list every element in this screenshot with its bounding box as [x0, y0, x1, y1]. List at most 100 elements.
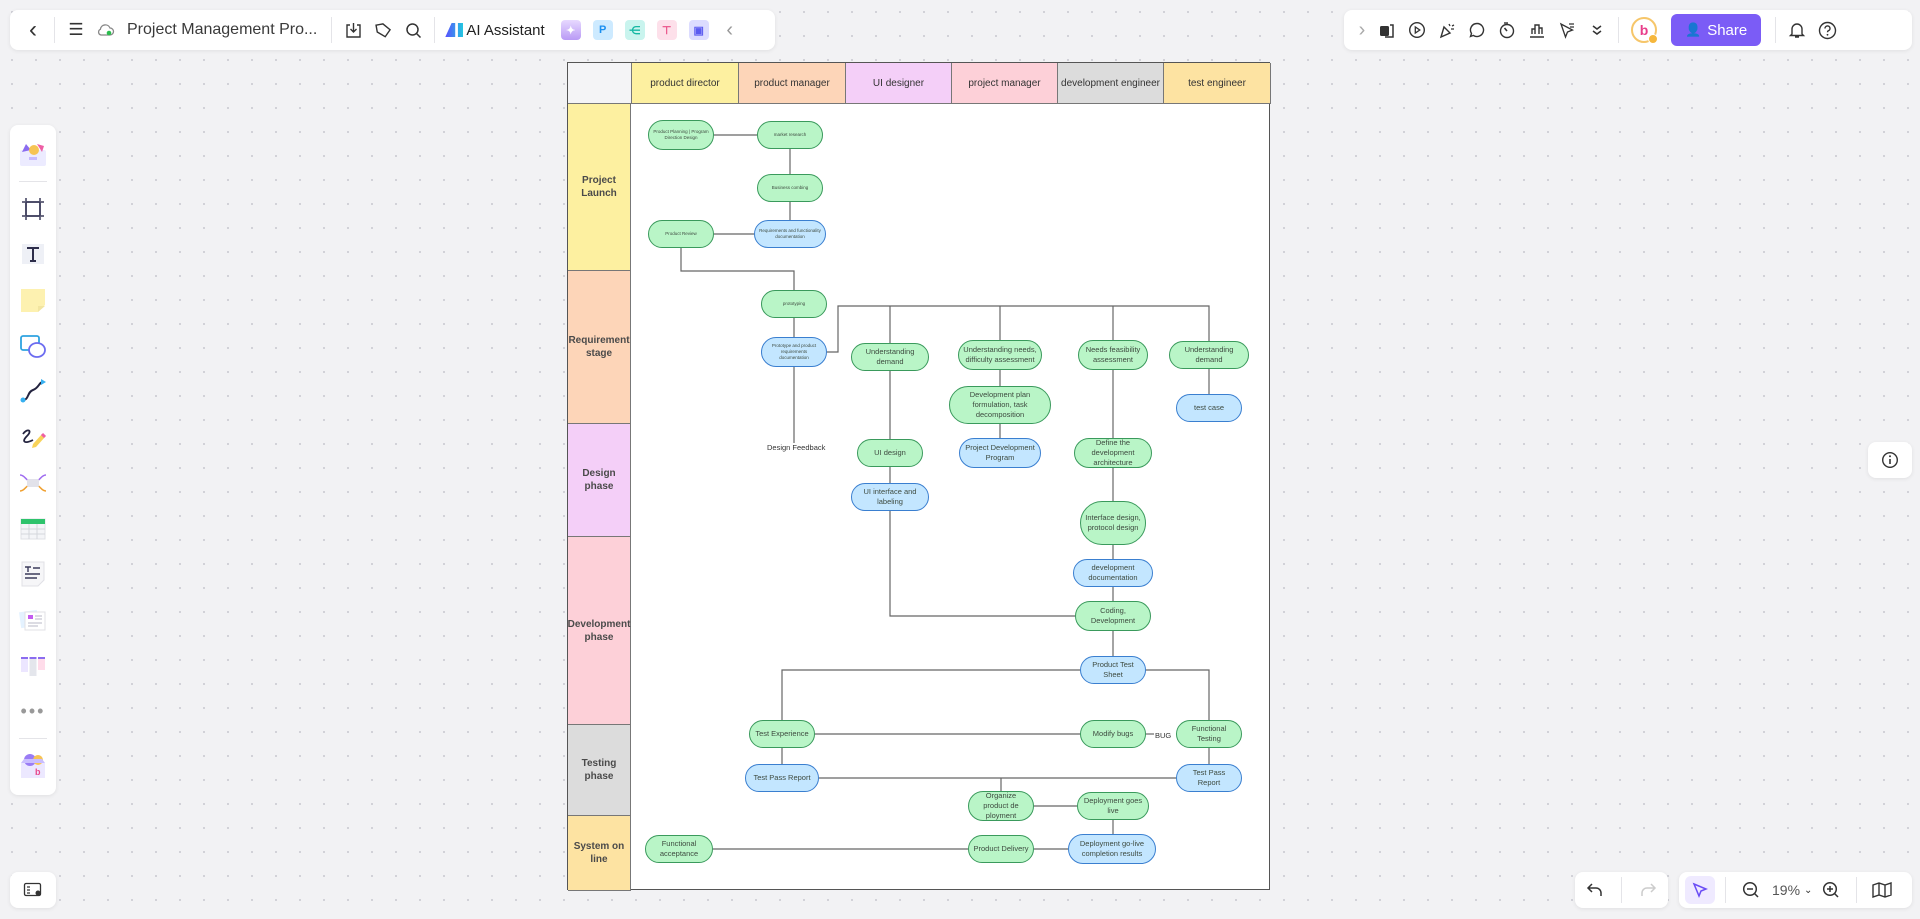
- zoom-controls: 19% ⌄: [1679, 872, 1912, 908]
- divider: [19, 738, 47, 740]
- flow-node[interactable]: Product Delivery: [968, 835, 1034, 863]
- vote-chart-icon[interactable]: [1522, 15, 1552, 45]
- more-tools-icon[interactable]: [1582, 15, 1612, 45]
- info-button[interactable]: [1868, 442, 1912, 478]
- column-header-product-manager[interactable]: product manager: [739, 63, 846, 104]
- flow-node[interactable]: Requirements and functionality documenta…: [754, 220, 826, 248]
- column-header-development-engineer[interactable]: development engineer: [1058, 63, 1164, 104]
- cards-tool-icon[interactable]: [15, 603, 51, 637]
- expand-toolbar-button[interactable]: ›: [1352, 15, 1372, 45]
- image-generator-icon[interactable]: ✦: [560, 20, 581, 40]
- user-avatar[interactable]: b: [1631, 17, 1658, 44]
- row-header-requirement-stage[interactable]: Requirement stage: [568, 271, 631, 424]
- swimlane-diagram[interactable]: product director product manager UI design…: [567, 62, 1271, 891]
- flow-node[interactable]: Business combing: [757, 174, 823, 202]
- celebrate-icon[interactable]: [1432, 15, 1462, 45]
- back-button[interactable]: ‹: [18, 15, 48, 45]
- present-icon[interactable]: [1402, 15, 1432, 45]
- column-header-product-director[interactable]: product director: [632, 63, 739, 104]
- flow-node[interactable]: Understanding needs, difficulty assessme…: [958, 340, 1042, 370]
- chat-app-icon[interactable]: ▣: [688, 20, 709, 40]
- flow-node[interactable]: Development plan formulation, task decom…: [949, 386, 1051, 424]
- mindmap-app-icon[interactable]: ⋲: [624, 20, 645, 40]
- flowchart-app-icon[interactable]: ⊤: [656, 20, 677, 40]
- tool-sidebar: ••• b: [10, 125, 56, 795]
- plugin-box-icon[interactable]: b: [15, 749, 51, 783]
- table-tool-icon[interactable]: [15, 512, 51, 546]
- flow-node[interactable]: Modify bugs: [1080, 720, 1146, 748]
- zoom-level[interactable]: 19%: [1772, 882, 1800, 898]
- flow-node[interactable]: Understanding demand: [851, 343, 929, 371]
- document-title[interactable]: Project Management Pro...: [127, 21, 317, 39]
- collapse-toolbar-button[interactable]: ‹: [715, 15, 745, 45]
- column-header-test-engineer[interactable]: test engineer: [1164, 63, 1271, 104]
- flow-node[interactable]: Deployment go-live completion results: [1068, 834, 1156, 864]
- flow-node[interactable]: Test Pass Report: [1176, 764, 1242, 792]
- share-button[interactable]: 👤 Share: [1671, 14, 1762, 46]
- undo-icon[interactable]: [1580, 875, 1610, 905]
- text-tool-icon[interactable]: [15, 237, 51, 271]
- flow-node[interactable]: Project Development Program: [959, 438, 1041, 468]
- flow-node[interactable]: Product Test Sheet: [1080, 656, 1146, 684]
- flow-node[interactable]: Functional Testing: [1176, 720, 1242, 748]
- select-tool-button[interactable]: [1685, 876, 1715, 904]
- presentation-app-icon[interactable]: P: [592, 20, 613, 40]
- frame-tool-icon[interactable]: [15, 192, 51, 226]
- flow-node[interactable]: market research: [757, 121, 823, 149]
- tag-icon[interactable]: [368, 15, 398, 45]
- help-icon[interactable]: [1812, 15, 1842, 45]
- flow-node[interactable]: Understanding demand: [1169, 341, 1249, 369]
- comment-icon[interactable]: [1462, 15, 1492, 45]
- flow-node[interactable]: Functional acceptance: [645, 835, 713, 863]
- column-header-ui-designer[interactable]: UI designer: [846, 63, 952, 104]
- flow-node[interactable]: development documentation: [1073, 559, 1153, 587]
- flow-node[interactable]: Needs feasibility assessment: [1078, 340, 1148, 370]
- document-tool-icon[interactable]: [15, 557, 51, 591]
- zoom-in-icon[interactable]: [1816, 875, 1846, 905]
- notification-bell-icon[interactable]: [1782, 15, 1812, 45]
- zoom-out-icon[interactable]: [1736, 875, 1766, 905]
- menu-icon[interactable]: ☰: [61, 15, 91, 45]
- flow-node[interactable]: Coding, Development: [1075, 601, 1151, 631]
- flow-node[interactable]: Test Pass Report: [745, 764, 819, 792]
- row-header-development-phase[interactable]: Development phase: [568, 537, 631, 725]
- flow-node[interactable]: Test Experience: [749, 720, 815, 748]
- mindmap-tool-icon[interactable]: [15, 466, 51, 500]
- flow-node[interactable]: Prototype and product requirements docum…: [761, 337, 827, 367]
- laser-pointer-icon[interactable]: [1552, 15, 1582, 45]
- download-icon[interactable]: [338, 15, 368, 45]
- flow-node[interactable]: Deployment goes live: [1077, 792, 1149, 820]
- ai-assistant-button[interactable]: AI Assistant: [445, 22, 545, 39]
- row-header-project-launch[interactable]: Project Launch: [568, 104, 631, 271]
- shape-tool-icon[interactable]: [15, 329, 51, 363]
- kanban-tool-icon[interactable]: [15, 649, 51, 683]
- outline-list-icon: [23, 882, 42, 897]
- flow-node[interactable]: Define the development architecture: [1074, 438, 1152, 468]
- templates-tool-icon[interactable]: [15, 137, 51, 171]
- sticky-note-tool-icon[interactable]: [15, 283, 51, 317]
- row-header-system-online[interactable]: System on line: [568, 816, 631, 891]
- redo-icon[interactable]: [1633, 875, 1663, 905]
- timer-icon[interactable]: [1492, 15, 1522, 45]
- flow-node[interactable]: Product Planning | Program Direction Des…: [648, 120, 714, 150]
- flow-node[interactable]: UI interface and labeling: [851, 483, 929, 511]
- flow-node[interactable]: test case: [1176, 394, 1242, 422]
- pen-tool-icon[interactable]: [15, 420, 51, 454]
- row-header-design-phase[interactable]: Design phase: [568, 424, 631, 537]
- flow-node[interactable]: Product Review: [648, 220, 714, 248]
- zoom-dropdown-chevron-icon[interactable]: ⌄: [1804, 885, 1812, 896]
- column-header-project-manager[interactable]: project manager: [952, 63, 1058, 104]
- minimap-icon[interactable]: [1867, 875, 1897, 905]
- more-tools-icon[interactable]: •••: [15, 695, 51, 729]
- outline-button[interactable]: [10, 872, 56, 908]
- flow-node[interactable]: UI design: [857, 439, 923, 467]
- connector-tool-icon[interactable]: [15, 375, 51, 409]
- connector-lines: [680, 134, 1210, 850]
- corner-cell: [568, 63, 632, 104]
- template-icon[interactable]: [1372, 15, 1402, 45]
- flow-node[interactable]: Organize product de ployment: [968, 791, 1034, 821]
- flow-node[interactable]: Interface design, protocol design: [1080, 501, 1146, 545]
- search-icon[interactable]: [398, 15, 428, 45]
- row-header-testing-phase[interactable]: Testing phase: [568, 725, 631, 816]
- flow-node[interactable]: prototyping: [761, 290, 827, 318]
